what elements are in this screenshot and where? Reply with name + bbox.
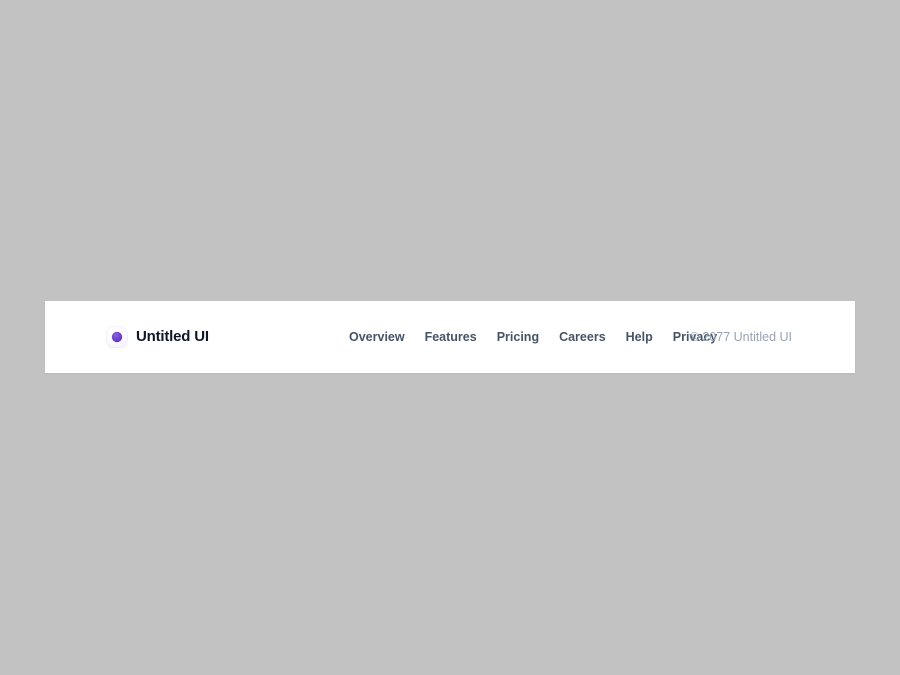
nav-link-careers[interactable]: Careers: [559, 328, 606, 346]
page-canvas: Untitled UI Overview Features Pricing Ca…: [0, 0, 900, 675]
nav-link-features[interactable]: Features: [425, 328, 477, 346]
footer-bar: Untitled UI Overview Features Pricing Ca…: [45, 301, 855, 373]
nav-link-help[interactable]: Help: [626, 328, 653, 346]
nav-link-pricing[interactable]: Pricing: [497, 328, 539, 346]
copyright-text: © 2077 Untitled UI: [689, 330, 792, 344]
brand-logo-group[interactable]: Untitled UI: [107, 327, 209, 347]
footer-nav: Overview Features Pricing Careers Help P…: [349, 328, 717, 346]
nav-link-overview[interactable]: Overview: [349, 328, 405, 346]
brand-name: Untitled UI: [136, 328, 209, 345]
untitled-ui-logo-icon: [107, 327, 127, 347]
